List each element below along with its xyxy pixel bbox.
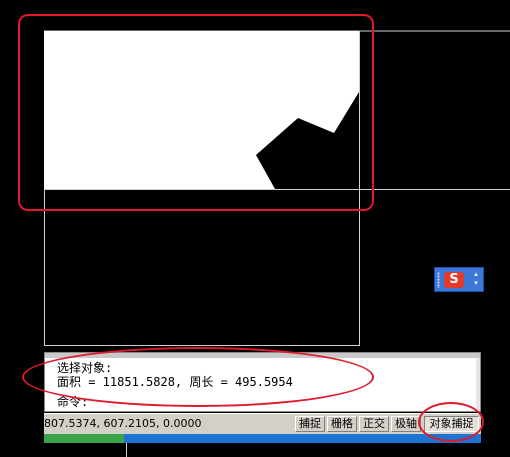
coordinate-readout: 807.5374, 607.2105, 0.0000: [44, 417, 202, 430]
sogou-ime-icon[interactable]: S: [444, 272, 464, 288]
polar-toggle-button[interactable]: 极轴: [391, 416, 421, 432]
taskbar-start-segment: [44, 434, 124, 443]
grid-toggle-button[interactable]: 栅格: [327, 416, 357, 432]
ortho-toggle-button[interactable]: 正交: [359, 416, 389, 432]
ime-menu-arrows-icon[interactable]: ▴ ▾: [471, 270, 481, 290]
drawing-edge-line: [126, 443, 127, 457]
command-scrollbar[interactable]: [476, 358, 480, 411]
snap-toggle-button[interactable]: 捕捉: [295, 416, 325, 432]
annotation-rectangle: [18, 14, 374, 211]
ime-drag-handle[interactable]: [437, 272, 440, 288]
status-bar: 807.5374, 607.2105, 0.0000 捕捉 栅格 正交 极轴 对…: [44, 413, 481, 435]
annotation-ellipse-osnap: [418, 402, 484, 442]
ime-toolbar[interactable]: S ▴ ▾: [434, 267, 484, 292]
annotation-ellipse-command: [22, 347, 374, 407]
